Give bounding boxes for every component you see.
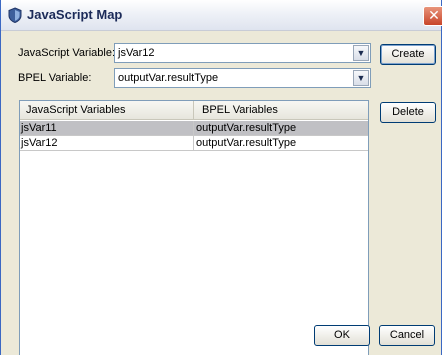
ok-button[interactable]: OK — [314, 325, 370, 346]
mapping-table[interactable]: JavaScript Variables BPEL Variables jsVa… — [19, 100, 369, 355]
dialog-title: JavaScript Map — [27, 7, 123, 22]
bpel-variable-label: BPEL Variable: — [18, 72, 92, 84]
cell-js-variable: jsVar12 — [20, 136, 194, 151]
title-bar[interactable]: JavaScript Map ✕ — [1, 0, 442, 31]
close-icon: ✕ — [428, 7, 440, 23]
chevron-down-icon[interactable]: ▼ — [353, 70, 369, 86]
table-row[interactable]: jsVar12 outputVar.resultType — [20, 136, 368, 151]
bpel-variable-dropdown[interactable]: outputVar.resultType ▼ — [114, 68, 371, 88]
cell-bpel-variable: outputVar.resultType — [196, 137, 297, 149]
js-variable-dropdown[interactable]: jsVar12 ▼ — [114, 43, 371, 63]
shield-icon — [8, 7, 22, 23]
js-variable-value: jsVar12 — [118, 47, 155, 59]
cancel-button[interactable]: Cancel — [379, 325, 435, 346]
table-row[interactable]: jsVar11 outputVar.resultType — [20, 121, 368, 136]
js-variable-label: JavaScript Variable: — [18, 47, 116, 59]
delete-button[interactable]: Delete — [380, 102, 436, 123]
bpel-variable-value: outputVar.resultType — [118, 72, 219, 84]
create-button[interactable]: Create — [380, 44, 436, 65]
column-header-bpel[interactable]: BPEL Variables — [194, 101, 368, 119]
chevron-down-icon[interactable]: ▼ — [353, 45, 369, 61]
table-header: JavaScript Variables BPEL Variables — [20, 101, 368, 120]
cell-js-variable: jsVar11 — [20, 121, 194, 136]
javascript-map-dialog: JavaScript Map ✕ JavaScript Variable: js… — [0, 0, 442, 355]
close-button[interactable]: ✕ — [423, 6, 442, 26]
column-header-js[interactable]: JavaScript Variables — [20, 101, 194, 119]
cell-bpel-variable: outputVar.resultType — [196, 122, 297, 134]
